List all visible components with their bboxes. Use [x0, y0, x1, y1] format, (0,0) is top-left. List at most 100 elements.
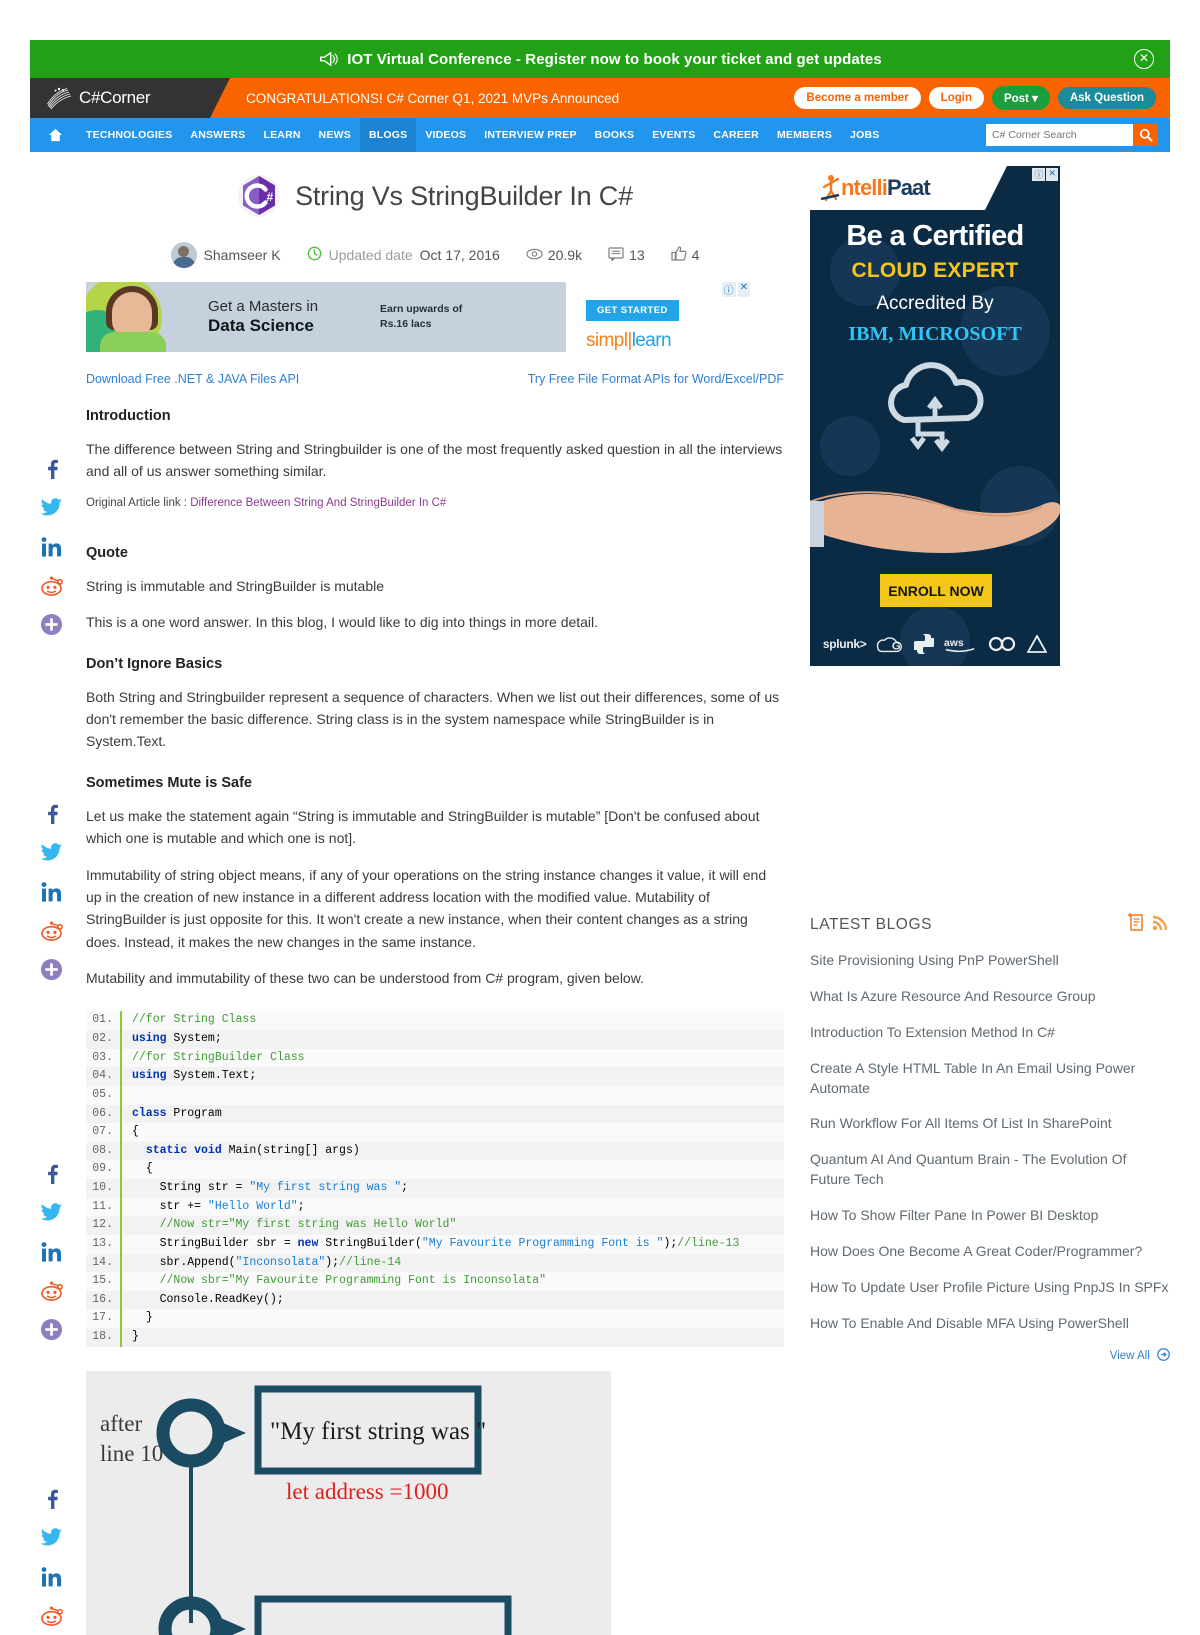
more-share-icon[interactable] — [39, 612, 64, 637]
code-line-content[interactable]: } — [120, 1328, 784, 1347]
twitter-share-icon[interactable] — [39, 495, 64, 520]
banner-adchoices-close-icon[interactable]: ✕ — [1046, 168, 1058, 181]
twitter-share-icon[interactable] — [39, 840, 64, 865]
section-heading-quote: Quote — [86, 544, 128, 561]
linkedin-share-icon[interactable] — [39, 534, 64, 559]
twitter-share-icon[interactable] — [39, 1525, 64, 1550]
ask-question-button[interactable]: Ask Question — [1057, 87, 1156, 109]
search-icon[interactable] — [1133, 124, 1158, 146]
latest-blog-item[interactable]: What Is Azure Resource And Resource Grou… — [810, 979, 1170, 1015]
latest-blog-item[interactable]: Site Provisioning Using PnP PowerShell — [810, 943, 1170, 979]
code-line-content[interactable]: using System; — [120, 1030, 784, 1049]
download-files-api-link[interactable]: Download Free .NET & JAVA Files API — [86, 372, 299, 386]
login-button[interactable]: Login — [928, 87, 984, 109]
latest-blog-item[interactable]: How To Enable And Disable MFA Using Powe… — [810, 1306, 1170, 1342]
adchoices-controls[interactable]: ⓘ ✕ — [721, 282, 750, 297]
reddit-share-icon[interactable] — [39, 918, 64, 943]
nav-item-events[interactable]: EVENTS — [643, 118, 704, 152]
reddit-share-icon[interactable] — [39, 573, 64, 598]
twitter-share-icon[interactable] — [39, 1200, 64, 1225]
linkedin-share-icon[interactable] — [39, 1564, 64, 1589]
nav-item-technologies[interactable]: TECHNOLOGIES — [77, 118, 181, 152]
reddit-share-icon[interactable] — [39, 1278, 64, 1303]
nav-item-jobs[interactable]: JOBS — [841, 118, 888, 152]
nav-item-members[interactable]: MEMBERS — [768, 118, 841, 152]
view-all-link[interactable]: View All — [810, 1347, 1170, 1364]
code-line-content[interactable]: //Now sbr="My Favourite Programming Font… — [120, 1272, 784, 1291]
search-input[interactable] — [986, 124, 1133, 146]
code-line-content[interactable]: //Now str="My first string was Hello Wor… — [120, 1216, 784, 1235]
nav-item-books[interactable]: BOOKS — [586, 118, 644, 152]
reddit-share-icon[interactable] — [39, 1603, 64, 1628]
code-block[interactable]: 01.//for String Class 02. using System; 03.… — [86, 1011, 784, 1347]
sidebar: ⓘ ✕ ntelliPaat Be a Certified CLOUD EXPE… — [802, 166, 1170, 1635]
code-line-content[interactable]: StringBuilder sbr = new StringBuilder("M… — [120, 1234, 784, 1254]
nav-item-interview-prep[interactable]: INTERVIEW PREP — [475, 118, 585, 152]
code-line-content[interactable]: //for String Class — [120, 1011, 784, 1031]
comments-group[interactable]: 13 — [608, 246, 645, 264]
nav-item-news[interactable]: NEWS — [310, 118, 360, 152]
latest-blog-item[interactable]: How Does One Become A Great Coder/Progra… — [810, 1234, 1170, 1270]
inline-ad-creative[interactable]: Get a Masters in Data Science Earn upwar… — [86, 282, 566, 352]
facebook-share-icon[interactable] — [39, 1486, 64, 1511]
code-token: "Inconsolata" — [235, 1255, 326, 1269]
latest-blog-item[interactable]: How To Update User Profile Picture Using… — [810, 1270, 1170, 1306]
banner-adchoices-controls[interactable]: ⓘ ✕ — [1032, 168, 1058, 181]
congratulations-banner-text[interactable]: CONGRATULATIONS! C# Corner Q1, 2021 MVPs… — [246, 91, 619, 106]
facebook-share-icon[interactable] — [39, 1161, 64, 1186]
likes-group[interactable]: 4 — [671, 246, 699, 264]
code-line-content[interactable]: { — [120, 1123, 784, 1142]
new-article-icon[interactable] — [1127, 912, 1145, 937]
file-format-api-link[interactable]: Try Free File Format APIs for Word/Excel… — [528, 372, 784, 386]
more-share-icon[interactable] — [39, 1317, 64, 1342]
intellipaat-advertisement[interactable]: ⓘ ✕ ntelliPaat Be a Certified CLOUD EXPE… — [810, 166, 1060, 666]
nav-item-learn[interactable]: LEARN — [254, 118, 309, 152]
code-line-content[interactable]: //for StringBuilder Class — [120, 1048, 784, 1068]
post-dropdown-button[interactable]: Post ▾ — [991, 86, 1050, 110]
code-line-content[interactable]: static void Main(string[] args) — [120, 1141, 784, 1161]
article-header: # String Vs StringBuilder In C# Shamseer… — [86, 166, 784, 268]
code-line-content[interactable]: str += "Hello World"; — [120, 1197, 784, 1217]
get-started-button[interactable]: GET STARTED — [586, 300, 679, 321]
home-icon[interactable] — [30, 118, 77, 152]
updated-date-value: Oct 17, 2016 — [419, 247, 500, 263]
nav-item-blogs[interactable]: BLOGS — [359, 118, 417, 152]
code-line: 15. //Now sbr="My Favourite Programming … — [86, 1272, 784, 1291]
facebook-share-icon[interactable] — [39, 801, 64, 826]
facebook-share-icon[interactable] — [39, 456, 64, 481]
banner-adchoices-info-icon[interactable]: ⓘ — [1032, 168, 1046, 181]
more-share-icon[interactable] — [39, 957, 64, 982]
latest-blog-item[interactable]: Quantum AI And Quantum Brain - The Evolu… — [810, 1142, 1170, 1198]
original-article-link[interactable]: Difference Between String And StringBuil… — [190, 497, 446, 509]
latest-blog-item[interactable]: Create A Style HTML Table In An Email Us… — [810, 1051, 1170, 1107]
code-line-content[interactable]: Console.ReadKey(); — [120, 1290, 784, 1310]
nav-item-videos[interactable]: VIDEOS — [416, 118, 475, 152]
avatar[interactable] — [170, 242, 197, 268]
adchoices-info-icon[interactable]: ⓘ — [721, 282, 736, 297]
inline-advertisement[interactable]: Get a Masters in Data Science Earn upwar… — [86, 282, 784, 360]
code-line-content[interactable]: sbr.Append("Inconsolata");//line-14 — [120, 1253, 784, 1273]
linkedin-share-icon[interactable] — [39, 879, 64, 904]
content-area: # String Vs StringBuilder In C# Shamseer… — [30, 152, 1170, 1635]
latest-blog-item[interactable]: Introduction To Extension Method In C# — [810, 1015, 1170, 1051]
nav-item-answers[interactable]: ANSWERS — [181, 118, 254, 152]
enroll-now-button[interactable]: ENROLL NOW — [880, 574, 992, 607]
code-line-content[interactable] — [120, 1085, 784, 1105]
code-line-content[interactable]: } — [120, 1309, 784, 1329]
code-line-content[interactable]: class Program — [120, 1104, 784, 1124]
rss-feed-icon[interactable] — [1152, 913, 1170, 936]
adchoices-close-icon[interactable]: ✕ — [737, 282, 750, 297]
code-line-content[interactable]: { — [120, 1160, 784, 1180]
code-line-content[interactable]: using System.Text; — [120, 1067, 784, 1086]
site-logo[interactable]: C#Corner — [30, 78, 230, 118]
become-a-member-button[interactable]: Become a member — [794, 87, 921, 109]
close-icon[interactable]: ✕ — [1134, 49, 1154, 69]
linkedin-share-icon[interactable] — [39, 1239, 64, 1264]
nav-item-career[interactable]: CAREER — [704, 118, 768, 152]
author-name[interactable]: Shamseer K — [204, 247, 281, 263]
latest-blog-item[interactable]: Run Workflow For All Items Of List In Sh… — [810, 1106, 1170, 1142]
latest-blog-item[interactable]: How To Show Filter Pane In Power BI Desk… — [810, 1198, 1170, 1234]
code-token: StringBuilder( — [318, 1236, 422, 1250]
code-token: //for String Class — [132, 1013, 257, 1027]
code-line-content[interactable]: String str = "My first string was "; — [120, 1179, 784, 1198]
